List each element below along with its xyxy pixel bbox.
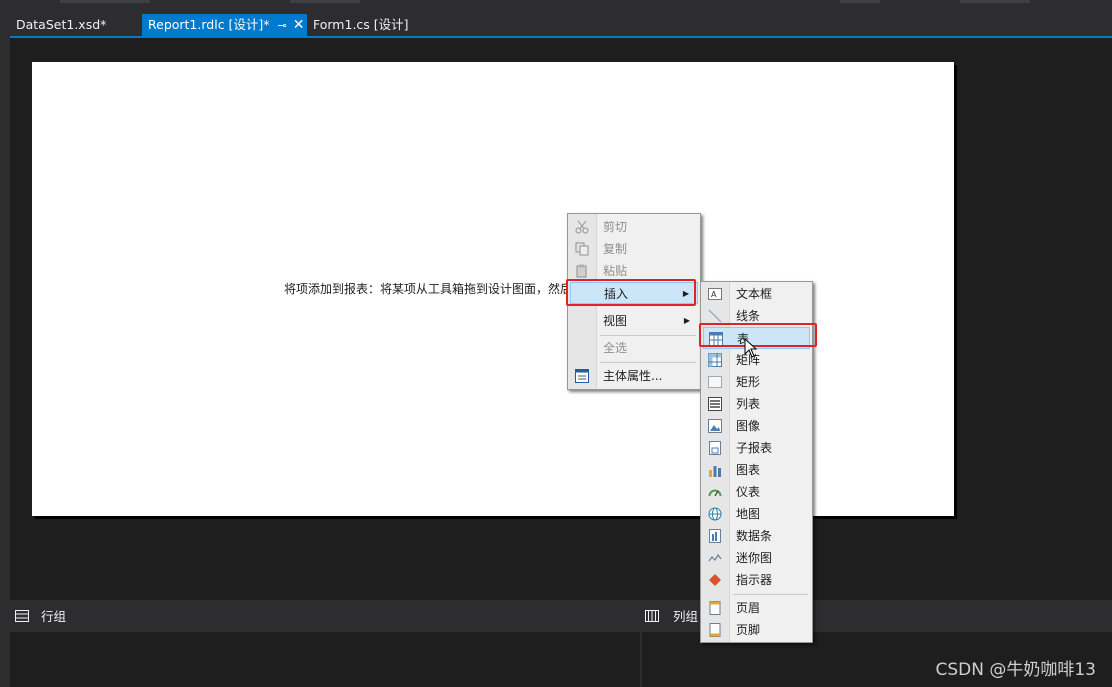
menu-item-label: 指示器 xyxy=(736,573,773,587)
submenu-item-page-footer[interactable]: 页脚 xyxy=(703,619,810,641)
rectangle-icon xyxy=(708,376,722,388)
menu-separator xyxy=(600,362,696,363)
menu-item-label: 文本框 xyxy=(736,287,773,301)
menu-item-body-properties[interactable]: 主体属性... xyxy=(570,365,698,387)
submenu-item-subreport[interactable]: 子报表 xyxy=(703,437,810,459)
menu-item-label: 复制 xyxy=(603,242,628,256)
report-body[interactable]: 将项添加到报表：将某项从工具箱拖到设计图面，然后 xyxy=(32,62,954,516)
tab-label: DataSet1.xsd* xyxy=(16,17,107,32)
menu-item-label: 矩形 xyxy=(736,375,761,389)
menu-item-label: 迷你图 xyxy=(736,551,773,565)
tab-label: Form1.cs [设计] xyxy=(313,17,409,32)
submenu-item-sparkline[interactable]: 迷你图 xyxy=(703,547,810,569)
empty-report-hint: 将项添加到报表：将某项从工具箱拖到设计图面，然后 xyxy=(284,282,572,296)
menu-item-label: 数据条 xyxy=(736,529,773,543)
submenu-item-indicator[interactable]: 指示器 xyxy=(703,569,810,591)
textbox-icon: A xyxy=(708,288,722,300)
tab-dataset1-xsd[interactable]: DataSet1.xsd* xyxy=(10,14,112,36)
menu-item-label: 图表 xyxy=(736,463,761,477)
map-icon xyxy=(708,507,722,521)
toolbar-remnant xyxy=(840,0,880,3)
menu-item-label: 全选 xyxy=(603,341,628,355)
submenu-item-list[interactable]: 列表 xyxy=(703,393,810,415)
row-groups-icon xyxy=(15,610,29,622)
paste-icon xyxy=(576,264,587,278)
page-header-icon xyxy=(709,601,721,615)
column-groups-header[interactable]: 列组 xyxy=(645,608,698,626)
menu-item-label: 地图 xyxy=(736,507,761,521)
submenu-item-databar[interactable]: 数据条 xyxy=(703,525,810,547)
menu-item-label: 主体属性... xyxy=(603,369,663,383)
highlight-box-table xyxy=(699,323,817,347)
column-groups-icon xyxy=(645,610,659,622)
document-tab-bar: DataSet1.xsd* Report1.rdlc [设计]* ⊸ ✕ Form1… xyxy=(10,14,1112,36)
databar-icon xyxy=(709,529,721,543)
image-icon xyxy=(708,419,722,433)
submenu-item-image[interactable]: 图像 xyxy=(703,415,810,437)
svg-text:A: A xyxy=(711,290,717,299)
sparkline-icon xyxy=(708,553,722,562)
grouping-pane-divider[interactable] xyxy=(640,632,642,687)
toolbar-remnant xyxy=(60,0,150,3)
submenu-item-textbox[interactable]: A 文本框 xyxy=(703,283,810,305)
tab-report1-rdlc[interactable]: Report1.rdlc [设计]* ⊸ ✕ xyxy=(142,14,307,36)
indicator-icon xyxy=(709,574,721,586)
properties-icon xyxy=(575,369,589,383)
menu-item-label: 剪切 xyxy=(603,220,628,234)
tab-label: Report1.rdlc [设计]* xyxy=(148,17,270,32)
menu-separator xyxy=(600,335,696,336)
grouping-pane-header: 行组 列组 xyxy=(10,600,1112,632)
menu-separator xyxy=(733,594,808,595)
row-groups-header[interactable]: 行组 xyxy=(15,608,66,626)
mouse-cursor-icon xyxy=(744,338,758,358)
line-icon xyxy=(708,309,722,323)
submenu-item-map[interactable]: 地图 xyxy=(703,503,810,525)
close-icon[interactable]: ✕ xyxy=(293,14,305,36)
menu-item-label: 子报表 xyxy=(736,441,773,455)
menu-item-cut[interactable]: 剪切 xyxy=(570,216,698,238)
menu-item-label: 图像 xyxy=(736,419,761,433)
list-icon xyxy=(708,397,722,411)
menu-item-copy[interactable]: 复制 xyxy=(570,238,698,260)
top-strip xyxy=(0,0,1112,14)
tab-form1-cs[interactable]: Form1.cs [设计] xyxy=(307,14,415,36)
menu-item-label: 页脚 xyxy=(736,623,761,637)
subreport-icon xyxy=(709,441,721,455)
chart-icon xyxy=(709,466,721,477)
submenu-item-gauge[interactable]: 仪表 xyxy=(703,481,810,503)
submenu-item-rectangle[interactable]: 矩形 xyxy=(703,371,810,393)
menu-item-view[interactable]: 视图 ▶ xyxy=(570,310,698,332)
menu-item-label: 页眉 xyxy=(736,601,761,615)
menu-item-label: 列表 xyxy=(736,397,761,411)
scissors-icon xyxy=(575,220,589,234)
highlight-box-insert xyxy=(566,279,696,306)
menu-item-label: 视图 xyxy=(603,314,628,328)
pin-icon[interactable]: ⊸ xyxy=(278,15,287,37)
row-groups-label: 行组 xyxy=(41,609,67,624)
gauge-icon xyxy=(708,489,722,497)
matrix-icon xyxy=(708,353,722,367)
copy-icon xyxy=(575,242,589,256)
submenu-item-chart[interactable]: 图表 xyxy=(703,459,810,481)
toolbar-remnant xyxy=(960,0,1030,3)
menu-item-select-all[interactable]: 全选 xyxy=(570,337,698,359)
submenu-item-page-header[interactable]: 页眉 xyxy=(703,597,810,619)
page-footer-icon xyxy=(709,623,721,637)
toolbar-remnant xyxy=(290,0,360,3)
column-groups-label: 列组 xyxy=(673,609,699,624)
watermark: CSDN @牛奶咖啡13 xyxy=(935,660,1096,680)
menu-item-label: 仪表 xyxy=(736,485,761,499)
submenu-arrow-icon: ▶ xyxy=(683,316,690,325)
